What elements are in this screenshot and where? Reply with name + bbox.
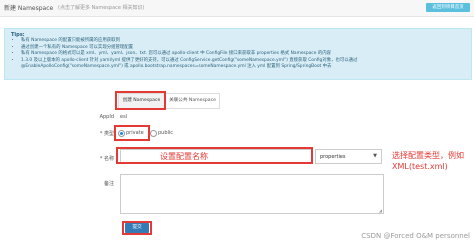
tip-item: @EnableApolloConfig("someNamespace.yml")… [21,64,332,70]
type-public-label: public [158,130,174,136]
tip-item: 私有 Namespace 的配置只能被所属的应用获取到 [21,38,357,45]
type-public-radio[interactable] [150,130,157,137]
highlight-create-tab [115,91,166,110]
annotation-name-hint: 设置配置名称 [160,152,208,161]
tips-list: 私有 Namespace 的配置只能被所属的应用获取到 通过创建一个私有的 Na… [15,38,357,71]
help-link[interactable]: (点击了解更多 Namespace 相关知识) [58,4,145,11]
remark-label: 备注 [103,181,114,187]
watermark: CSDN @Forced O&M personnel [361,232,470,240]
highlight-name [116,147,313,164]
highlight-submit [122,221,152,235]
remark-textarea[interactable]: ◢ [120,174,384,214]
format-select[interactable]: properties ▼ [315,149,382,164]
annotation-format-hint: 选择配置类型，例如 XML(test.xml) [392,151,464,171]
page-header: 新建 Namespace (点击了解更多 Namespace 相关知识) 返回到… [0,0,474,17]
chevron-down-icon: ▼ [373,153,377,159]
back-to-project-button[interactable]: 返回到项目首页 [426,3,470,12]
tips-box: Tips: 私有 Namespace 的配置只能被所属的应用获取到 通过创建一个… [4,28,472,80]
type-private-label: private [126,130,144,136]
format-select-value: properties [320,154,346,160]
name-label: * 名称 [99,156,114,162]
resize-handle-icon: ◢ [378,208,382,213]
page-title: 新建 Namespace [4,5,54,12]
tip-item: 私有 Namespace 的格式可以是 xml、yml、yaml、json、tx… [21,51,357,58]
type-label: * 类型 [99,131,114,137]
appid-label: AppId [99,114,114,120]
tab-link-public-namespace[interactable]: 关联公共 Namespace [165,93,220,109]
appid-value: esl [120,114,128,120]
type-private-radio[interactable] [118,130,125,137]
